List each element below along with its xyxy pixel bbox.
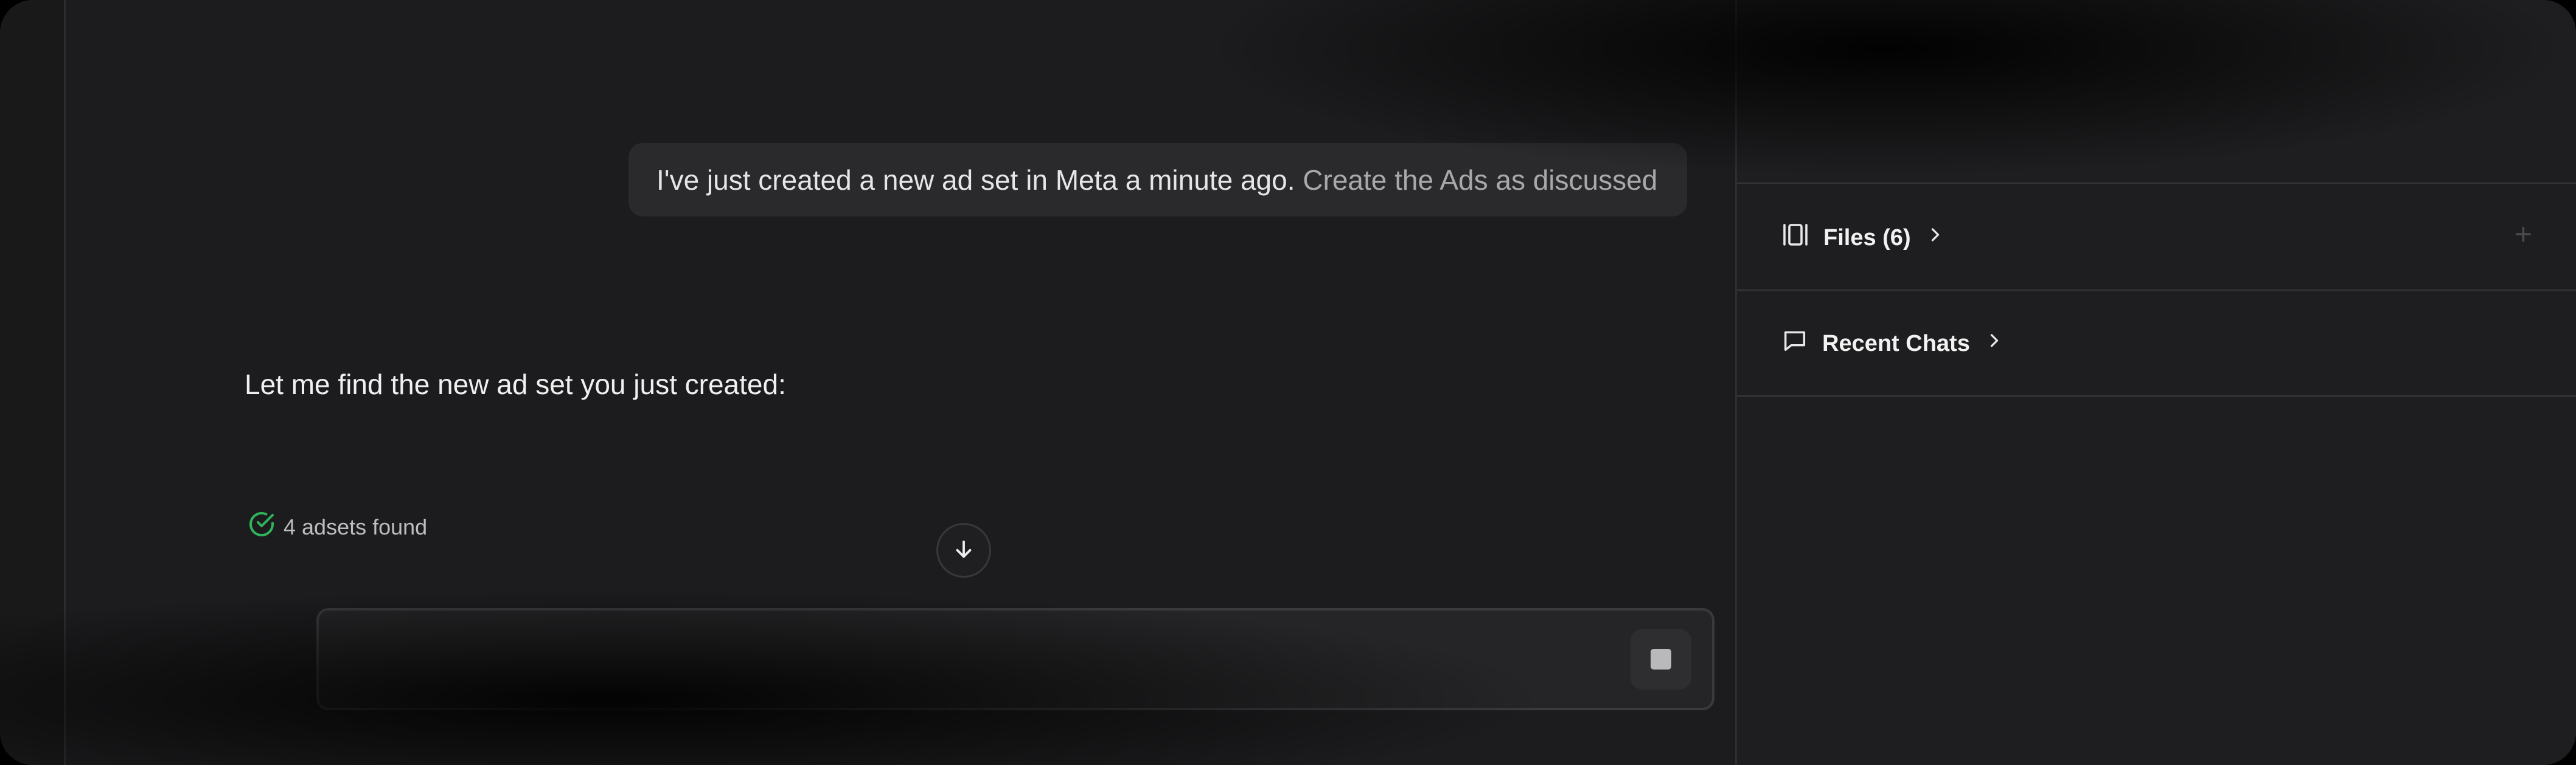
arrow-down-icon (951, 536, 976, 565)
user-message-faded-text: Create the Ads as discussed (1303, 164, 1658, 196)
assistant-message: Let me find the new ad set you just crea… (245, 369, 786, 400)
stop-icon (1651, 649, 1671, 670)
chat-bubble-icon (1781, 327, 1809, 361)
left-rail (0, 0, 66, 765)
tool-status[interactable]: 4 adsets found (247, 510, 427, 544)
tool-status-text: 4 adsets found (284, 514, 428, 539)
chevron-right-icon (1983, 330, 2005, 358)
files-label: Files (6) (1823, 224, 1911, 251)
add-file-button[interactable]: + (2515, 219, 2532, 249)
right-panel: Files (6) + Recent Chats (1735, 0, 2576, 765)
check-circle-icon (247, 510, 276, 544)
divider (1737, 289, 2576, 291)
recent-chats-section-header[interactable]: Recent Chats (1781, 327, 2005, 361)
message-composer[interactable] (316, 608, 1714, 710)
scroll-to-bottom-button[interactable] (936, 523, 991, 578)
files-icon (1781, 220, 1810, 255)
chat-area: I've just created a new ad set in Meta a… (66, 0, 1735, 765)
app-window: I've just created a new ad set in Meta a… (0, 0, 2576, 765)
recent-chats-label: Recent Chats (1822, 330, 1970, 356)
files-section-header[interactable]: Files (6) (1781, 220, 1946, 255)
user-message-text: I've just created a new ad set in Meta a… (656, 164, 1295, 196)
chevron-right-icon (1924, 224, 1946, 252)
stop-button[interactable] (1631, 629, 1691, 690)
user-message-bubble: I've just created a new ad set in Meta a… (628, 143, 1687, 216)
divider (1737, 395, 2576, 397)
divider (1737, 182, 2576, 184)
